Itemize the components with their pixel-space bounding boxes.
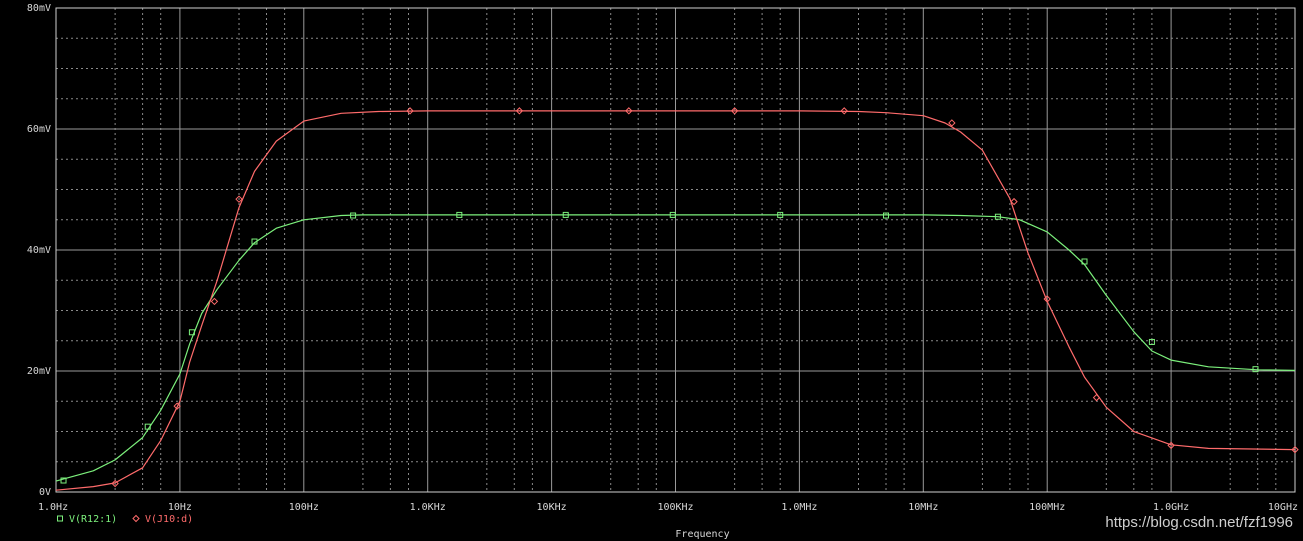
x-tick-label: 10MHz — [908, 502, 938, 513]
x-tick-label: 10GHz — [1268, 502, 1298, 513]
x-tick-label: 100MHz — [1029, 502, 1065, 513]
x-tick-label: 1.0KHz — [410, 502, 446, 513]
y-tick-label: 20mV — [27, 366, 51, 377]
plot-canvas: 1.0Hz 10Hz 100Hz 1.0KHz 10KHz 100KHz 1.0MHz 10M… — [0, 0, 1303, 541]
y-tick-label: 80mV — [27, 3, 51, 14]
y-tick-label: 40mV — [27, 245, 51, 256]
legend-label-2: V(J10:d) — [145, 514, 193, 525]
x-tick-label: 10Hz — [168, 502, 192, 513]
x-tick-label: 10KHz — [537, 502, 567, 513]
y-tick-label: 0V — [39, 487, 51, 498]
x-tick-label: 1.0MHz — [781, 502, 817, 513]
x-tick-label: 1.0Hz — [38, 502, 68, 513]
x-tick-label: 100KHz — [657, 502, 693, 513]
x-axis-label: Frequency — [675, 529, 729, 540]
x-tick-label: 1.0GHz — [1153, 502, 1189, 513]
watermark: https://blog.csdn.net/fzf1996 — [1105, 514, 1293, 531]
plot-background — [0, 0, 1303, 541]
y-tick-label: 60mV — [27, 124, 51, 135]
legend-label-1: V(R12:1) — [69, 514, 117, 525]
x-tick-label: 100Hz — [289, 502, 319, 513]
